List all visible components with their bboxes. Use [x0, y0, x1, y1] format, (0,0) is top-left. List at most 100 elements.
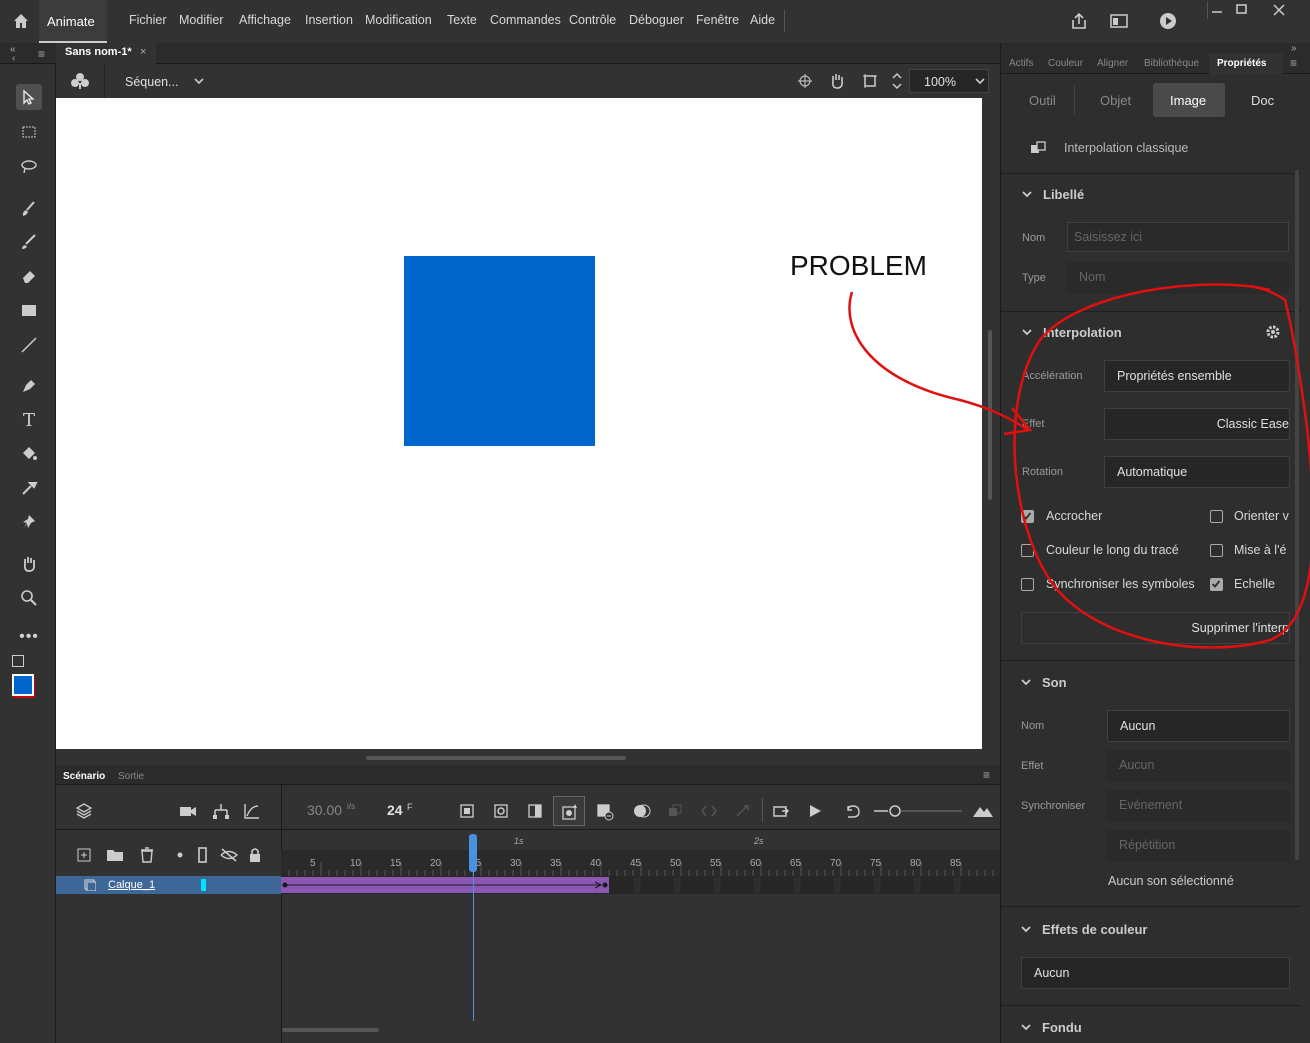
stage-horizontal-scrollbar[interactable]: [366, 756, 626, 760]
lock-layers-icon[interactable]: [248, 846, 262, 864]
classic-tween-span[interactable]: [281, 877, 609, 893]
tab-bibliotheque[interactable]: Bibliothèque: [1144, 58, 1199, 69]
checkbox-synchroniser[interactable]: [1021, 578, 1034, 591]
default-colors-icon[interactable]: [12, 655, 24, 667]
pen-tool-icon[interactable]: [16, 373, 42, 399]
zoom-chevron-down-icon[interactable]: [974, 76, 986, 86]
lasso-tool-icon[interactable]: [16, 153, 42, 179]
rotation-select[interactable]: Automatique: [1104, 456, 1290, 488]
clip-stage-icon[interactable]: [862, 73, 878, 89]
graph-icon[interactable]: [243, 802, 261, 820]
loop-onion-icon[interactable]: [700, 803, 718, 819]
fps-value[interactable]: 30.00: [307, 802, 342, 818]
close-tab-icon[interactable]: ×: [140, 46, 146, 58]
section-title-effets-couleur[interactable]: Effets de couleur: [1042, 922, 1147, 937]
menu-modifier[interactable]: Modifier: [179, 13, 223, 27]
menu-aide[interactable]: Aide: [750, 13, 775, 27]
blue-square-symbol[interactable]: [404, 256, 595, 446]
subtab-doc[interactable]: Doc: [1251, 93, 1274, 108]
center-stage-icon[interactable]: [797, 73, 813, 89]
go-to-first-frame-icon[interactable]: [772, 803, 790, 819]
stage-vertical-scrollbar[interactable]: [988, 330, 992, 500]
scene-icon[interactable]: [71, 72, 89, 90]
menu-deboguer[interactable]: Déboguer: [629, 13, 684, 27]
checkbox-orienter[interactable]: [1210, 510, 1223, 523]
subtab-image[interactable]: Image: [1170, 93, 1206, 108]
chevron-left-icon[interactable]: ‹: [12, 53, 15, 64]
playhead-handle[interactable]: [469, 834, 477, 872]
delete-frame-icon[interactable]: [596, 803, 614, 821]
eyedropper-tool-icon[interactable]: [16, 475, 42, 501]
hand-tool-icon[interactable]: [16, 551, 42, 577]
delete-layer-icon[interactable]: [139, 846, 155, 864]
gear-icon[interactable]: [1264, 323, 1282, 341]
workspace-icon[interactable]: [1109, 12, 1129, 30]
timeline-menu-icon[interactable]: ≡: [983, 768, 990, 782]
minimize-icon[interactable]: [1210, 4, 1224, 16]
play-icon[interactable]: [807, 803, 823, 819]
timeline-zoom-slider[interactable]: [872, 803, 964, 819]
auto-keyframe-button[interactable]: [553, 796, 585, 826]
layers-icon[interactable]: [75, 802, 93, 820]
highlight-layer-icon[interactable]: [176, 851, 184, 859]
tab-aligner[interactable]: Aligner: [1097, 58, 1128, 69]
chevron-down-icon[interactable]: [1020, 925, 1032, 935]
tab-couleur[interactable]: Couleur: [1048, 58, 1083, 69]
chevron-down-icon[interactable]: [1021, 328, 1033, 338]
sound-sync-select[interactable]: Evénement: [1107, 790, 1290, 822]
chevron-down-icon[interactable]: [1021, 190, 1033, 200]
line-tool-icon[interactable]: [16, 332, 42, 358]
tools-menu-icon[interactable]: ≡: [38, 47, 45, 61]
chevron-down-icon[interactable]: [1020, 1023, 1032, 1033]
properties-scrollbar[interactable]: [1295, 170, 1299, 860]
color-effect-select[interactable]: Aucun: [1021, 957, 1290, 989]
section-title-libelle[interactable]: Libellé: [1043, 187, 1084, 202]
home-icon[interactable]: [11, 11, 31, 31]
eraser-tool-icon[interactable]: [16, 263, 42, 289]
layer-parenting-icon[interactable]: [212, 802, 230, 820]
zoom-tool-icon[interactable]: [16, 585, 42, 611]
section-title-fondu[interactable]: Fondu: [1042, 1020, 1082, 1035]
document-tab[interactable]: Sans nom-1* ×: [56, 43, 156, 64]
playhead[interactable]: [469, 834, 477, 1021]
subtab-objet[interactable]: Objet: [1100, 93, 1131, 108]
chevron-down-icon[interactable]: [1020, 678, 1032, 688]
sound-name-select[interactable]: Aucun: [1107, 710, 1290, 742]
scene-selector[interactable]: Séquen...: [125, 75, 179, 89]
rectangle-tool-icon[interactable]: [16, 298, 42, 324]
label-type-select[interactable]: Nom: [1067, 262, 1289, 294]
brush-tool-icon[interactable]: [16, 229, 42, 255]
text-tool-icon[interactable]: T: [16, 407, 42, 433]
checkbox-couleur-trace[interactable]: [1021, 544, 1034, 557]
layer-row[interactable]: Calque_1: [56, 876, 281, 894]
paint-brush-tool-icon[interactable]: [16, 196, 42, 222]
maximize-icon[interactable]: [1235, 3, 1249, 15]
subtab-outil[interactable]: Outil: [1029, 93, 1056, 108]
checkbox-mise-echelle[interactable]: [1210, 544, 1223, 557]
insert-blank-keyframe-icon[interactable]: [493, 803, 509, 819]
share-icon[interactable]: [1069, 11, 1089, 31]
acceleration-select[interactable]: Propriétés ensemble: [1104, 360, 1290, 392]
delete-tween-button[interactable]: Supprimer l'interp: [1021, 612, 1290, 644]
menu-fichier[interactable]: Fichier: [129, 13, 167, 27]
current-frame[interactable]: 24: [387, 802, 403, 818]
insert-frame-icon[interactable]: [527, 803, 543, 819]
pin-tool-icon[interactable]: [16, 509, 42, 535]
layer-name[interactable]: Calque_1: [108, 879, 155, 891]
new-folder-icon[interactable]: [106, 847, 124, 863]
close-window-icon[interactable]: [1272, 3, 1286, 17]
paint-bucket-tool-icon[interactable]: [16, 441, 42, 467]
paste-frames-icon[interactable]: [734, 803, 752, 819]
menu-modification[interactable]: Modification: [365, 13, 432, 27]
tab-sortie[interactable]: Sortie: [118, 771, 144, 782]
sound-effect-select[interactable]: Aucun: [1107, 750, 1290, 782]
zoom-stepper-icon[interactable]: [891, 70, 903, 92]
menu-controle[interactable]: Contrôle: [569, 13, 616, 27]
menu-commandes[interactable]: Commandes: [490, 13, 561, 27]
checkbox-accrocher[interactable]: [1021, 510, 1034, 523]
tab-scenario[interactable]: Scénario: [63, 771, 105, 782]
test-movie-icon[interactable]: [1158, 11, 1178, 31]
chevron-down-icon[interactable]: [193, 76, 205, 86]
outline-layer-icon[interactable]: [196, 846, 210, 864]
menu-insertion[interactable]: Insertion: [305, 13, 353, 27]
